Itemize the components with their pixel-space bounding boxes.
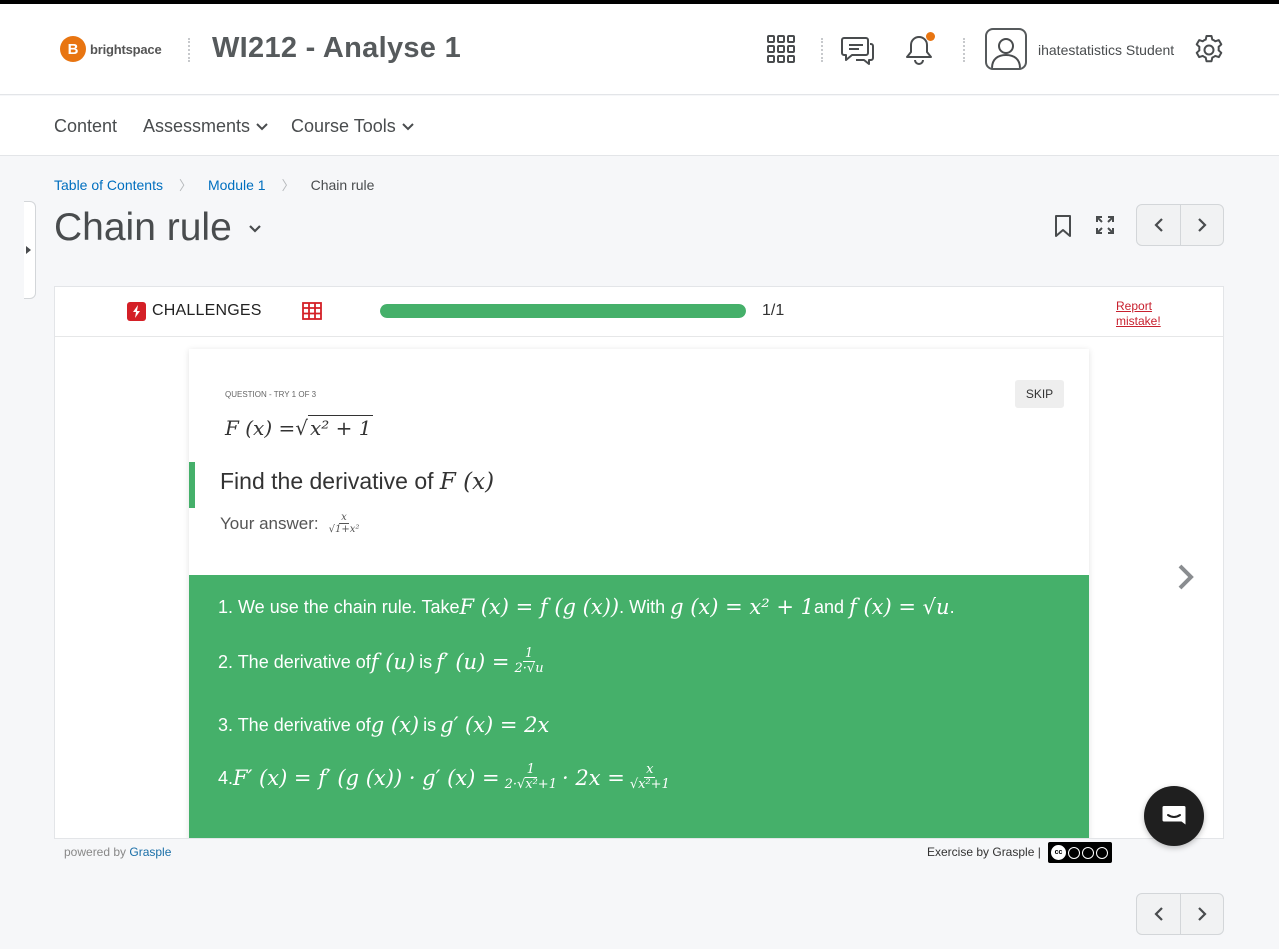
chevron-right-icon [1178,564,1194,590]
question-accent-bar [189,462,195,508]
chat-launcher-button[interactable] [1144,786,1204,846]
answer-fraction: x √1+x² [328,512,360,535]
question-formula: F (x) = √ x² + 1 [225,415,374,440]
chevron-right-icon [1198,218,1207,232]
previous-topic-button[interactable] [1137,894,1180,934]
chevron-right-icon [1198,907,1207,921]
toc-toggle-handle[interactable] [24,201,36,299]
progress-count: 1/1 [762,302,785,319]
chevron-left-icon [1153,907,1163,921]
question-card: QUESTION - TRY 1 OF 3 SKIP F (x) = √ x² +… [189,349,1089,838]
chat-messages-icon[interactable] [841,34,875,68]
notification-dot [926,32,935,41]
challenges-label[interactable]: CHALLENGES [152,302,262,320]
previous-topic-button[interactable] [1137,205,1180,245]
question-prompt: Find the derivative of F (x) [220,468,495,495]
chevron-down-icon [249,224,261,233]
settings-gear-icon[interactable] [1193,34,1225,66]
solution-step-2: 2. The derivative of f (u) is f′ (u) = 1… [218,646,544,677]
bottom-topic-pager [1136,893,1224,935]
lightning-icon [127,302,146,321]
solution-step-1: 1. We use the chain rule. Take F (x) = f… [218,595,955,619]
chevron-right-icon: 〉 [178,178,192,193]
nav-item-content[interactable]: Content [54,116,117,137]
report-mistake-link[interactable]: Report mistake! [1116,299,1176,329]
grasple-link[interactable]: Grasple [129,845,171,859]
challenge-bar: CHALLENGES 1/1 Report mistake! [55,287,1223,337]
next-topic-button[interactable] [1180,205,1223,245]
header-divider [821,38,823,62]
breadcrumb: Table of Contents 〉 Module 1 〉 Chain rul… [54,175,374,194]
nav-item-course-tools[interactable]: Course Tools [291,116,414,137]
next-question-button[interactable] [1175,562,1197,597]
header: B brightspace WI212 - Analyse 1 ihatesta… [0,4,1279,95]
license-sa-icon [1096,846,1108,859]
question-try-label: QUESTION - TRY 1 OF 3 [225,390,317,399]
bookmark-icon[interactable] [1052,212,1074,240]
chevron-down-icon [256,122,268,130]
chevron-left-icon [1153,218,1163,232]
skip-button[interactable]: SKIP [1015,380,1064,408]
powered-by: powered by Grasple [64,845,172,859]
logo-text: brightspace [90,41,162,57]
breadcrumb-link[interactable]: Module 1 [208,177,266,193]
sqrt-sign: √ [295,415,308,440]
chat-bubble-icon [1162,806,1186,825]
user-avatar-icon [991,38,1021,68]
license-nc-icon [1082,846,1094,859]
brightspace-logo[interactable]: B brightspace [60,36,162,62]
nav-item-assessments[interactable]: Assessments [143,116,268,137]
logo-mark: B [60,36,86,62]
avatar[interactable] [985,28,1027,70]
username[interactable]: ihatestatistics Student [1038,42,1174,58]
header-divider [188,38,190,62]
license-by-icon [1068,846,1080,859]
breadcrumb-current: Chain rule [310,176,375,193]
grasple-frame: CHALLENGES 1/1 Report mistake! QUESTION … [54,286,1224,839]
chevron-down-icon [402,122,414,130]
notifications-bell-icon[interactable] [903,32,935,66]
fraction: 1 2·√u [514,646,544,677]
creative-commons-icon: cc [1051,845,1066,860]
breadcrumb-link[interactable]: Table of Contents [54,177,163,193]
apps-grid-icon[interactable] [766,34,796,64]
solution-step-3: 3. The derivative of g (x) is g′ (x) = 2… [218,713,550,737]
your-answer: Your answer: x √1+x² [220,512,360,535]
fraction: x √x²+1 [629,762,670,793]
challenge-progress-bar [380,304,746,318]
next-topic-button[interactable] [1180,894,1223,934]
progress-fill [380,304,746,318]
exercise-credit: Exercise by Grasple | [927,845,1041,859]
fraction: 1 2·√x²+1 [504,762,557,793]
topic-pager [1136,204,1224,246]
chevron-right-icon: 〉 [281,178,295,193]
solution-panel: 1. We use the chain rule. Take F (x) = f… [189,575,1089,838]
fullscreen-icon[interactable] [1094,214,1116,236]
page-title[interactable]: Chain rule [54,206,262,250]
course-navbar: Content Assessments Course Tools [0,96,1279,156]
cc-license-badge[interactable]: cc [1048,842,1112,863]
table-grid-icon[interactable] [302,302,322,325]
solution-step-4: 4. F′ (x) = f′ (g (x)) · g′ (x) = 1 2·√x… [218,762,670,793]
header-divider [963,38,965,62]
course-title[interactable]: WI212 - Analyse 1 [212,32,461,65]
